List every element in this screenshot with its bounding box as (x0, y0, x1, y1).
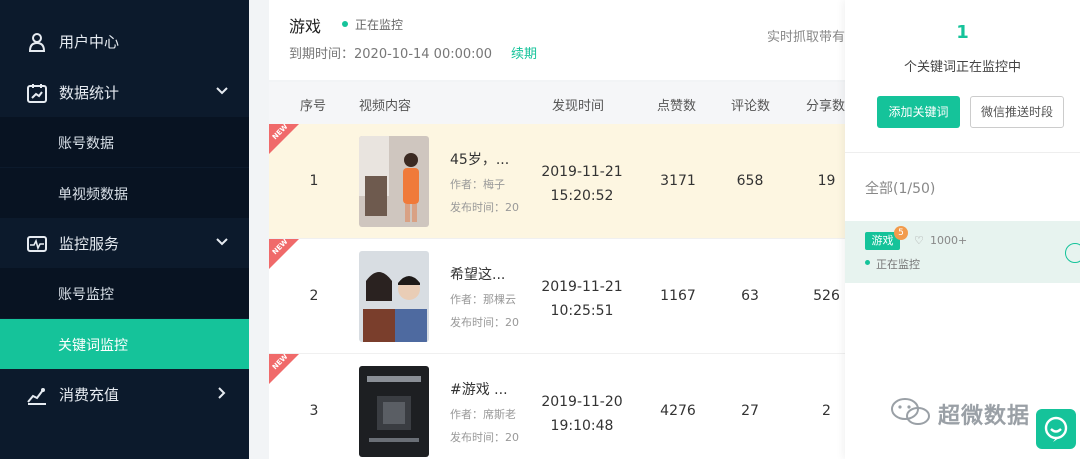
keyword-filter-all[interactable]: 全部(1/50) (865, 178, 935, 198)
new-badge-text: NEW (270, 124, 290, 142)
table-row[interactable]: NEW 2 希望这... 作者：那棵云 发布时间：20 2019-11-21 10… (269, 239, 859, 354)
expiry-time: 到期时间：2020-10-14 00:00:00 (289, 47, 493, 62)
nav-account-monitor[interactable]: 账号监控 (0, 268, 249, 318)
chevron-down-icon (216, 87, 228, 95)
found-clock: 19:10:48 (550, 418, 614, 434)
col-shares: 分享数 (806, 99, 846, 114)
table-row[interactable]: NEW 1 45岁，... 作者：梅子 发布时间：20 2019-11-21 15… (269, 124, 859, 239)
row-index: 2 (309, 288, 319, 304)
row-index: 1 (309, 173, 319, 189)
comments-count: 658 (736, 173, 764, 189)
video-publish-time: 发布时间：20 (450, 316, 519, 329)
more-options-icon[interactable] (1065, 243, 1080, 263)
video-table: 序号 视频内容 发现时间 点赞数 评论数 分享数 NEW 1 45岁，... 作… (269, 82, 859, 459)
divider (845, 152, 1080, 153)
nav-account-data-label: 账号数据 (58, 136, 114, 152)
nav-keyword-monitor-label: 关键词监控 (58, 338, 128, 354)
nav-account-monitor-label: 账号监控 (58, 287, 114, 303)
video-author: 作者：梅子 (450, 178, 505, 191)
col-found-time: 发现时间 (552, 99, 605, 114)
table-header: 序号 视频内容 发现时间 点赞数 评论数 分享数 (269, 82, 859, 124)
new-badge-text: NEW (270, 354, 290, 372)
video-thumbnail[interactable] (359, 366, 429, 457)
monitor-count: 1 (956, 22, 969, 43)
new-badge: NEW (269, 239, 299, 269)
heart-icon: ♡ (914, 234, 924, 247)
new-badge-text: NEW (270, 239, 290, 257)
nav-recharge[interactable]: 消费充值 (0, 369, 249, 419)
calendar-chart-icon (27, 84, 47, 103)
trend-chart-icon (27, 388, 46, 405)
nav-account-data[interactable]: 账号数据 (0, 117, 249, 167)
monitor-pulse-icon (27, 236, 47, 252)
main-content: 游戏 正在监控 到期时间：2020-10-14 00:00:00 续期 实时抓取… (249, 0, 859, 459)
new-badge: NEW (269, 124, 299, 154)
new-count-badge: 5 (894, 226, 908, 240)
add-keyword-button[interactable]: 添加关键词 (877, 96, 960, 128)
nav-user-center[interactable]: 用户中心 (0, 16, 249, 66)
chevron-down-icon (216, 238, 228, 246)
likes-count: 1167 (660, 288, 696, 304)
nav-single-video-data-label: 单视频数据 (58, 187, 128, 203)
status-dot (865, 260, 870, 265)
nav-monitor-service[interactable]: 监控服务 (0, 218, 249, 268)
keyword-list-item[interactable]: 游戏 5 ♡ 1000+ 正在监控 (845, 221, 1080, 283)
col-comments: 评论数 (731, 99, 771, 114)
monitor-status: 正在监控 (355, 18, 404, 32)
nav-data-stats[interactable]: 数据统计 (0, 67, 249, 117)
found-time: 2019-11-21 15:20:52 (527, 160, 637, 208)
row-index: 3 (309, 403, 319, 419)
found-time: 2019-11-21 10:25:51 (527, 275, 637, 323)
video-title[interactable]: #游戏 ... (450, 379, 508, 399)
found-time: 2019-11-20 19:10:48 (527, 390, 637, 438)
watermark-text: 超微数据 (938, 404, 1031, 429)
video-publish-time: 发布时间：20 (450, 201, 519, 214)
found-date: 2019-11-20 (541, 394, 623, 410)
chevron-right-icon (218, 387, 226, 399)
likes-count: 4276 (660, 403, 696, 419)
status-dot (342, 21, 348, 27)
video-title[interactable]: 希望这... (450, 264, 505, 284)
col-likes: 点赞数 (657, 99, 697, 114)
video-publish-time: 发布时间：20 (450, 431, 519, 444)
nav-user-center-label: 用户中心 (59, 33, 120, 51)
keyword-likes-threshold: 1000+ (930, 234, 968, 247)
video-author: 作者：席斯老 (450, 408, 516, 421)
new-badge: NEW (269, 354, 299, 384)
renew-link[interactable]: 续期 (511, 43, 537, 62)
video-author: 作者：那棵云 (450, 293, 516, 306)
sidebar: 用户中心 数据统计 账号数据 单视频数据 监控服务 账号监控 关键词监控 消费充… (0, 0, 249, 459)
nav-single-video-data[interactable]: 单视频数据 (0, 168, 249, 218)
found-clock: 15:20:52 (550, 188, 614, 204)
likes-count: 3171 (660, 173, 696, 189)
nav-data-stats-label: 数据统计 (59, 84, 120, 102)
video-title[interactable]: 45岁，... (450, 149, 509, 169)
nav-keyword-monitor[interactable]: 关键词监控 (0, 319, 249, 369)
table-row[interactable]: NEW 3 #游戏 ... 作者：席斯老 发布时间：20 2019-11-20 1… (269, 354, 859, 459)
keyword-header: 游戏 正在监控 到期时间：2020-10-14 00:00:00 续期 实时抓取… (269, 0, 859, 80)
col-index: 序号 (300, 99, 327, 114)
found-date: 2019-11-21 (541, 279, 623, 295)
comments-count: 27 (741, 403, 759, 419)
chat-support-button[interactable] (1036, 409, 1076, 449)
wechat-push-button[interactable]: 微信推送时段 (970, 96, 1064, 128)
keyword-title: 游戏 (289, 17, 322, 36)
nav-recharge-label: 消费充值 (59, 386, 120, 404)
wechat-icon (891, 398, 930, 425)
video-thumbnail[interactable] (359, 136, 429, 227)
keyword-panel: 1 个关键词正在监控中 添加关键词 微信推送时段 全部(1/50) 游戏 5 ♡… (845, 0, 1080, 459)
nav-monitor-service-label: 监控服务 (59, 235, 120, 253)
chat-icon (1044, 416, 1068, 442)
col-video: 视频内容 (359, 99, 412, 114)
monitor-count-desc: 个关键词正在监控中 (903, 60, 1021, 75)
found-clock: 10:25:51 (550, 303, 614, 319)
found-date: 2019-11-21 (541, 164, 623, 180)
user-icon (28, 33, 46, 52)
video-thumbnail[interactable] (359, 251, 429, 342)
comments-count: 63 (741, 288, 759, 304)
watermark: 超微数据 (890, 394, 1050, 430)
keyword-status: 正在监控 (876, 258, 920, 271)
